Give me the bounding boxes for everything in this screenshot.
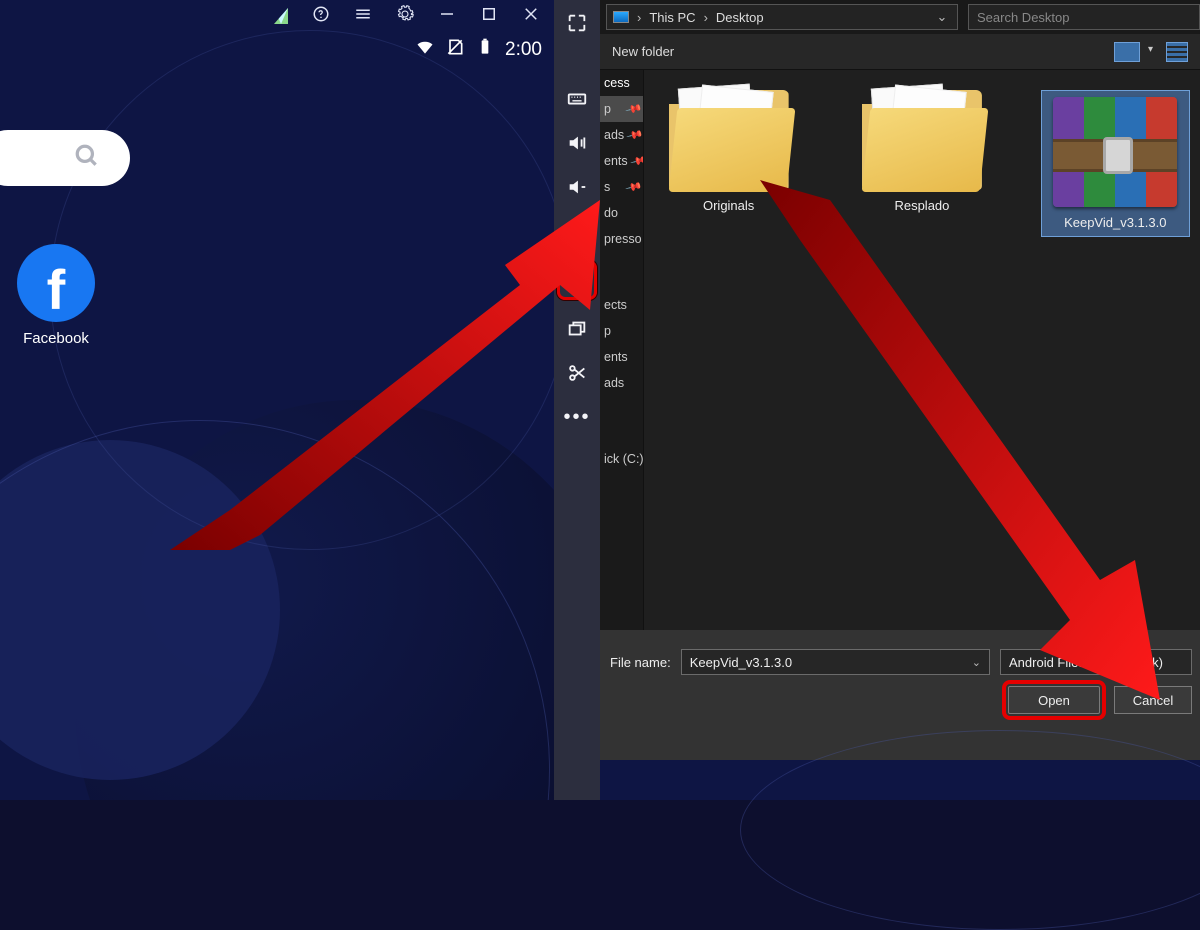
dialog-sidebar: cess p📌 ads📌 ents📌 s📌 do presso ects p e… — [600, 70, 644, 630]
file-name: Originals — [654, 198, 803, 213]
chevron-down-icon[interactable]: ⌄ — [972, 656, 981, 669]
sidebar-item[interactable]: do — [600, 200, 643, 226]
dialog-address-bar: › This PC › Desktop ⌄ Search Desktop — [600, 0, 1200, 34]
file-open-dialog: › This PC › Desktop ⌄ Search Desktop New… — [600, 0, 1200, 800]
app-shortcut-facebook[interactable]: f Facebook — [6, 244, 106, 347]
file-item-folder[interactable]: Originals — [654, 90, 803, 213]
monitor-icon[interactable] — [562, 216, 592, 246]
file-name-value: KeepVid_v3.1.3.0 — [690, 655, 792, 670]
battery-icon — [475, 37, 495, 63]
 — [613, 11, 629, 23]
archive-icon — [1053, 97, 1177, 207]
file-item-folder[interactable]: Resplado — [847, 90, 996, 213]
breadcrumb-folder[interactable]: Desktop — [716, 10, 764, 25]
sidebar-item[interactable]: s📌 — [600, 174, 643, 200]
more-icon[interactable]: ••• — [562, 402, 592, 432]
multi-instance-icon[interactable] — [562, 314, 592, 344]
fullscreen-icon[interactable] — [562, 8, 592, 38]
close-icon[interactable] — [522, 5, 540, 28]
sidebar-item[interactable]: p — [600, 318, 643, 344]
file-type-value: Android Files(*.apk *.xapk) — [1009, 655, 1163, 670]
no-sim-icon — [445, 37, 465, 63]
dialog-toolbar: New folder — [600, 34, 1200, 70]
file-type-select[interactable]: Android Files(*.apk *.xapk) — [1000, 649, 1192, 675]
sidebar-item[interactable]: p📌 — [600, 96, 643, 122]
gear-icon[interactable] — [396, 5, 414, 28]
pin-icon: 📌 — [625, 177, 644, 196]
facebook-icon: f — [17, 244, 95, 322]
pin-icon: 📌 — [629, 151, 644, 170]
chevron-right-icon: › — [704, 10, 708, 25]
volume-up-icon[interactable] — [562, 128, 592, 158]
view-list-button[interactable] — [1166, 42, 1188, 62]
play-store-icon[interactable] — [274, 8, 288, 24]
minimize-icon[interactable] — [438, 5, 456, 28]
search-widget[interactable] — [0, 130, 130, 186]
search-input[interactable]: Search Desktop — [968, 4, 1200, 30]
file-name-label: File name: — [610, 655, 671, 670]
view-mode-button[interactable] — [1114, 42, 1140, 62]
file-name-input[interactable]: KeepVid_v3.1.3.0 ⌄ — [681, 649, 990, 675]
bg-shape — [50, 30, 554, 550]
breadcrumb[interactable]: › This PC › Desktop ⌄ — [606, 4, 958, 30]
hamburger-icon[interactable] — [354, 5, 372, 28]
chevron-down-icon[interactable]: ⌄ — [933, 9, 951, 25]
cancel-button[interactable]: Cancel — [1114, 686, 1192, 714]
file-name: KeepVid_v3.1.3.0 — [1042, 215, 1189, 230]
chevron-right-icon: › — [637, 10, 641, 25]
emulator-screen: 2:00 f Facebook — [0, 0, 554, 800]
breadcrumb-pc[interactable]: This PC — [649, 10, 695, 25]
search-icon — [74, 143, 100, 174]
scissors-icon[interactable] — [562, 358, 592, 388]
sidebar-item[interactable]: ects — [600, 292, 643, 318]
emulator-titlebar — [260, 0, 554, 32]
search-placeholder: Search Desktop — [977, 10, 1070, 25]
install-apk-button[interactable]: APK — [557, 260, 597, 300]
android-status-bar: 2:00 — [415, 36, 542, 64]
folder-icon — [669, 90, 789, 190]
maximize-icon[interactable] — [480, 5, 498, 28]
sidebar-item[interactable]: ents — [600, 344, 643, 370]
sidebar-quick-access[interactable]: cess — [600, 70, 643, 96]
sidebar-item[interactable]: ads📌 — [600, 122, 643, 148]
help-icon[interactable] — [312, 5, 330, 28]
svg-text:APK: APK — [572, 282, 581, 287]
pin-icon: 📌 — [626, 125, 644, 144]
pin-icon: 📌 — [625, 99, 644, 118]
wifi-icon — [415, 37, 435, 63]
open-button[interactable]: Open — [1008, 686, 1100, 714]
bg-shape — [600, 760, 1200, 800]
file-item-archive[interactable]: KeepVid_v3.1.3.0 — [1041, 90, 1190, 237]
sidebar-item[interactable]: presso — [600, 226, 643, 252]
folder-icon — [862, 90, 982, 190]
sidebar-item[interactable]: ick (C:) — [600, 446, 643, 472]
emulator-sidebar: APK ••• — [554, 0, 600, 800]
sidebar-item[interactable]: ents📌 — [600, 148, 643, 174]
volume-down-icon[interactable] — [562, 172, 592, 202]
file-list: Originals Resplado KeepVid_v3.1.3.0 — [644, 70, 1200, 630]
file-name: Resplado — [847, 198, 996, 213]
app-label: Facebook — [6, 330, 106, 347]
new-folder-button[interactable]: New folder — [612, 44, 674, 59]
status-clock: 2:00 — [505, 39, 542, 61]
keyboard-icon[interactable] — [562, 84, 592, 114]
sidebar-item[interactable]: ads — [600, 370, 643, 396]
